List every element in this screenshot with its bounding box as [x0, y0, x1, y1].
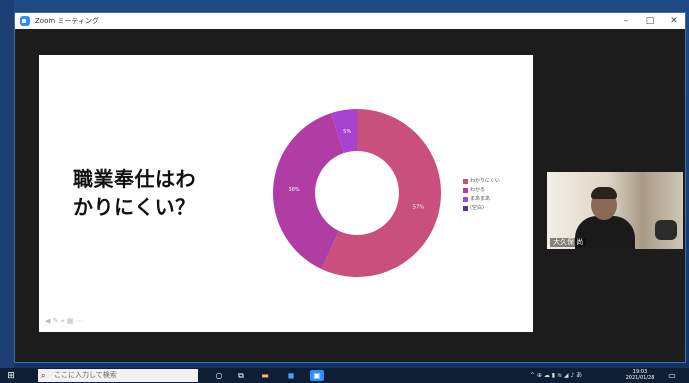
maximize-button[interactable]: □ — [639, 13, 661, 29]
video-chair — [655, 220, 677, 240]
zoom-app-icon — [20, 16, 30, 26]
donut-data-label: 57% — [413, 205, 424, 211]
legend-label: わかりにくい — [470, 178, 500, 184]
legend-label: まあまあ — [470, 196, 491, 202]
zoom-icon[interactable]: ▣ — [310, 370, 324, 381]
meeting-view: 職業奉仕はわ かりにくい？ 57% 38% 5% わかりにくい わかるまあまあ (空白)… — [15, 29, 685, 362]
donut-data-label: 38% — [289, 187, 300, 193]
minimize-button[interactable]: – — [615, 13, 637, 29]
slide-heading-line-1: 職業奉仕はわ — [73, 167, 196, 191]
windows-start-icon[interactable]: ⊞ — [6, 371, 16, 381]
legend-item: まあまあ — [463, 195, 500, 204]
search-box[interactable]: ⌕ ここに入力して検索 — [38, 369, 198, 382]
slide-heading-line-2: かりにくい？ — [73, 195, 196, 219]
legend-item: わかりにくい — [463, 177, 500, 186]
store-icon[interactable]: ◼ — [284, 370, 298, 381]
slide-heading: 職業奉仕はわ かりにくい？ — [73, 165, 196, 221]
file-explorer-icon[interactable]: ▬ — [258, 370, 272, 381]
zoom-window: Zoom ミーティング – □ ✕ 職業奉仕はわ かりにくい？ 57% 38% 5%… — [14, 12, 686, 363]
shared-slide: 職業奉仕はわ かりにくい？ 57% 38% 5% わかりにくい わかるまあまあ (空白)… — [39, 55, 533, 332]
notification-icon[interactable]: ▭ — [666, 370, 678, 381]
participant-video[interactable]: 大久保 尚 — [547, 172, 683, 249]
desktop-edge — [0, 0, 14, 368]
window-title: Zoom ミーティング — [35, 17, 99, 25]
taskbar: ⊞ ⌕ ここに入力して検索 ○ ⧉ ▬ ◼ ▣ ^ ⊕ ☁ ▮ ≋ ◢ ♪ あ … — [0, 368, 689, 383]
legend-swatch — [463, 179, 468, 184]
participant-name: 大久保 尚 — [550, 238, 587, 247]
participant-hair — [591, 187, 617, 199]
legend-item: (空白) — [463, 204, 500, 213]
donut-chart: 57% 38% 5% — [272, 109, 441, 277]
title-bar[interactable]: Zoom ミーティング – □ ✕ — [15, 13, 685, 29]
legend-label: (空白) — [470, 205, 484, 211]
clock[interactable]: 19:03 2021/01/28 — [622, 369, 658, 382]
close-button[interactable]: ✕ — [663, 13, 685, 29]
search-icon: ⌕ — [41, 371, 46, 380]
chart-legend: わかりにくい わかるまあまあ (空白) — [463, 177, 500, 213]
clock-date: 2021/01/28 — [625, 375, 655, 381]
legend-swatch — [463, 197, 468, 202]
search-placeholder: ここに入力して検索 — [54, 371, 117, 379]
slide-toolbar[interactable]: ◀ ✎ ⌖ ▦ ⋯ — [45, 317, 125, 327]
cortana-icon[interactable]: ○ — [212, 370, 226, 381]
legend-swatch — [463, 206, 468, 211]
donut-data-label: 5% — [343, 129, 351, 135]
task-view-icon[interactable]: ⧉ — [234, 370, 248, 381]
legend-label: わかる — [470, 187, 486, 193]
legend-item: わかる — [463, 186, 500, 195]
legend-swatch — [463, 188, 468, 193]
